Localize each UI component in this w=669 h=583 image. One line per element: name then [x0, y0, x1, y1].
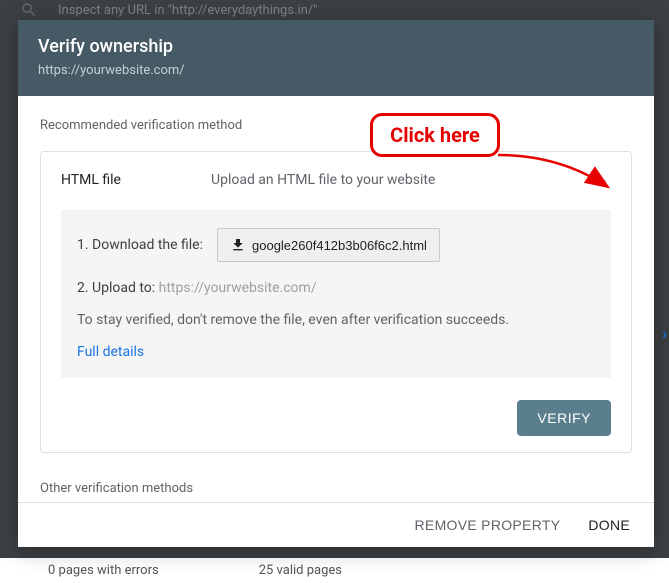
step-2: 2. Upload to: https://yourwebsite.com/: [77, 280, 595, 296]
dialog-subtitle: https://yourwebsite.com/: [38, 63, 634, 78]
download-filename: google260f412b3b06f6c2.html: [252, 238, 427, 253]
dialog-title: Verify ownership: [38, 36, 634, 57]
method-name: HTML file: [61, 172, 211, 188]
remove-property-button[interactable]: REMOVE PROPERTY: [415, 517, 561, 533]
annotation-callout: Click here: [370, 113, 500, 157]
chevron-right-icon: ›: [662, 324, 667, 343]
backdrop-bottom: 0 pages with errors 25 valid pages: [0, 558, 669, 583]
html-file-method-card: HTML file Upload an HTML file to your we…: [40, 151, 632, 453]
dialog-footer: REMOVE PROPERTY DONE: [18, 502, 654, 547]
dialog-body[interactable]: Recommended verification method HTML fil…: [18, 96, 654, 502]
stay-verified-text: To stay verified, don't remove the file,…: [77, 312, 595, 328]
download-file-button[interactable]: google260f412b3b06f6c2.html: [217, 228, 440, 262]
full-details-link[interactable]: Full details: [77, 344, 144, 360]
step2-prefix: 2. Upload to:: [77, 280, 159, 296]
valid-count: 25 valid pages: [259, 563, 342, 578]
errors-count: 0 pages with errors: [48, 563, 159, 578]
card-header: HTML file Upload an HTML file to your we…: [61, 170, 611, 190]
done-button[interactable]: DONE: [588, 517, 630, 533]
search-icon: [20, 1, 38, 19]
search-bar: Inspect any URL in "http://everydaything…: [0, 0, 669, 20]
method-description: Upload an HTML file to your website: [211, 172, 591, 188]
step1-label: 1. Download the file:: [77, 237, 203, 253]
verify-ownership-dialog: Verify ownership https://yourwebsite.com…: [18, 20, 654, 547]
step2-url: https://yourwebsite.com/: [159, 280, 317, 296]
dialog-header: Verify ownership https://yourwebsite.com…: [18, 20, 654, 96]
recommended-label: Recommended verification method: [40, 118, 632, 133]
step-1: 1. Download the file: google260f412b3b06…: [77, 228, 595, 262]
search-placeholder: Inspect any URL in "http://everydaything…: [58, 3, 317, 18]
instructions-panel: 1. Download the file: google260f412b3b06…: [61, 210, 611, 378]
verify-button[interactable]: VERIFY: [517, 400, 611, 436]
other-methods-label: Other verification methods: [40, 481, 632, 496]
download-icon: [230, 237, 246, 253]
chevron-up-icon[interactable]: [591, 170, 611, 190]
